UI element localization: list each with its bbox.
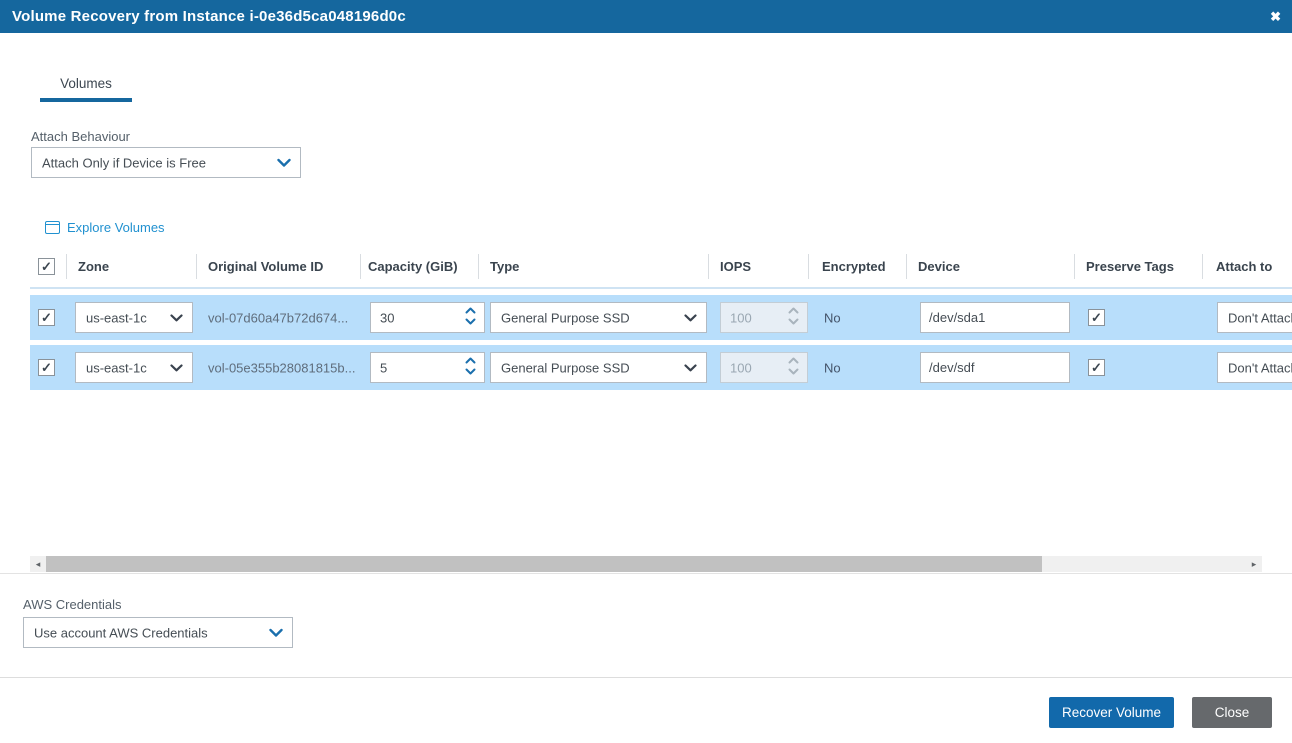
col-header-attach-to: Attach to [1216,259,1272,274]
close-button[interactable]: Close [1192,697,1272,728]
volume-type-select[interactable]: General Purpose SSD [490,352,707,383]
zone-select[interactable]: us-east-1c [75,302,193,333]
column-divider [196,254,197,279]
column-divider [906,254,907,279]
stepper-up-icon[interactable] [465,357,476,364]
chevron-down-icon [170,364,183,372]
capacity-value: 5 [380,360,387,375]
stepper-down-icon [788,318,799,325]
attach-to-select[interactable]: Don't Attach [1217,302,1292,333]
col-header-type: Type [490,259,519,274]
device-input[interactable] [920,352,1070,383]
stepper-down-icon [788,368,799,375]
tab-volumes[interactable]: Volumes [40,76,132,91]
row-select-checkbox[interactable] [38,359,55,376]
capacity-value: 30 [380,310,394,325]
col-header-encrypted: Encrypted [822,259,886,274]
iops-stepper: 100 [720,302,808,333]
col-header-original-volume-id: Original Volume ID [208,259,323,274]
attach-behaviour-label: Attach Behaviour [31,129,130,144]
volume-type-select[interactable]: General Purpose SSD [490,302,707,333]
original-volume-id: vol-05e355b28081815b... [208,360,355,375]
column-divider [1202,254,1203,279]
stepper-up-icon [788,357,799,364]
column-divider [708,254,709,279]
iops-value: 100 [730,360,752,375]
volume-type-value: General Purpose SSD [501,310,630,325]
column-divider [360,254,361,279]
preserve-tags-checkbox[interactable] [1088,309,1105,326]
table-row: us-east-1c vol-07d60a47b72d674... 30 Gen… [30,295,1292,340]
zone-value: us-east-1c [86,360,147,375]
chevron-down-icon [277,158,291,167]
table-bottom-border [0,573,1292,574]
attach-to-value: Don't Attach [1228,310,1292,325]
stepper-up-icon [788,307,799,314]
col-header-preserve-tags: Preserve Tags [1086,259,1174,274]
chevron-down-icon [269,628,283,637]
scrollbar-thumb[interactable] [46,556,1042,572]
capacity-stepper[interactable]: 30 [370,302,485,333]
stepper-down-icon[interactable] [465,368,476,375]
aws-credentials-select[interactable]: Use account AWS Credentials [23,617,293,648]
column-divider [478,254,479,279]
attach-to-select[interactable]: Don't Attach [1217,352,1292,383]
dialog-header: Volume Recovery from Instance i-0e36d5ca… [0,0,1292,33]
tab-active-underline [40,98,132,102]
col-header-device: Device [918,259,960,274]
original-volume-id: vol-07d60a47b72d674... [208,310,348,325]
column-divider [66,254,67,279]
chevron-down-icon [684,364,697,372]
chevron-down-icon [170,314,183,322]
horizontal-scrollbar[interactable]: ◂ ▸ [30,556,1262,572]
col-header-iops: IOPS [720,259,751,274]
close-icon[interactable]: ✖ [1270,0,1281,33]
scroll-left-icon[interactable]: ◂ [30,556,46,572]
chevron-down-icon [684,314,697,322]
attach-behaviour-value: Attach Only if Device is Free [42,155,206,170]
attach-to-value: Don't Attach [1228,360,1292,375]
explore-volumes-label: Explore Volumes [67,220,165,235]
encrypted-value: No [824,360,841,375]
recover-volume-button[interactable]: Recover Volume [1049,697,1174,728]
column-divider [1074,254,1075,279]
table-row: us-east-1c vol-05e355b28081815b... 5 Gen… [30,345,1292,390]
device-input[interactable] [920,302,1070,333]
capacity-stepper[interactable]: 5 [370,352,485,383]
volume-type-value: General Purpose SSD [501,360,630,375]
zone-value: us-east-1c [86,310,147,325]
zone-select[interactable]: us-east-1c [75,352,193,383]
footer-divider [0,677,1292,678]
column-divider [808,254,809,279]
scroll-right-icon[interactable]: ▸ [1246,556,1262,572]
stepper-down-icon[interactable] [465,318,476,325]
aws-credentials-value: Use account AWS Credentials [34,625,208,640]
table-header-border [30,287,1292,289]
iops-value: 100 [730,310,752,325]
stepper-up-icon[interactable] [465,307,476,314]
aws-credentials-label: AWS Credentials [23,597,122,612]
encrypted-value: No [824,310,841,325]
iops-stepper: 100 [720,352,808,383]
attach-behaviour-select[interactable]: Attach Only if Device is Free [31,147,301,178]
row-select-checkbox[interactable] [38,309,55,326]
select-all-checkbox[interactable] [38,258,55,275]
col-header-zone: Zone [78,259,109,274]
preserve-tags-checkbox[interactable] [1088,359,1105,376]
dialog-title: Volume Recovery from Instance i-0e36d5ca… [12,0,406,33]
explore-window-icon [45,221,60,234]
col-header-capacity: Capacity (GiB) [368,259,458,274]
